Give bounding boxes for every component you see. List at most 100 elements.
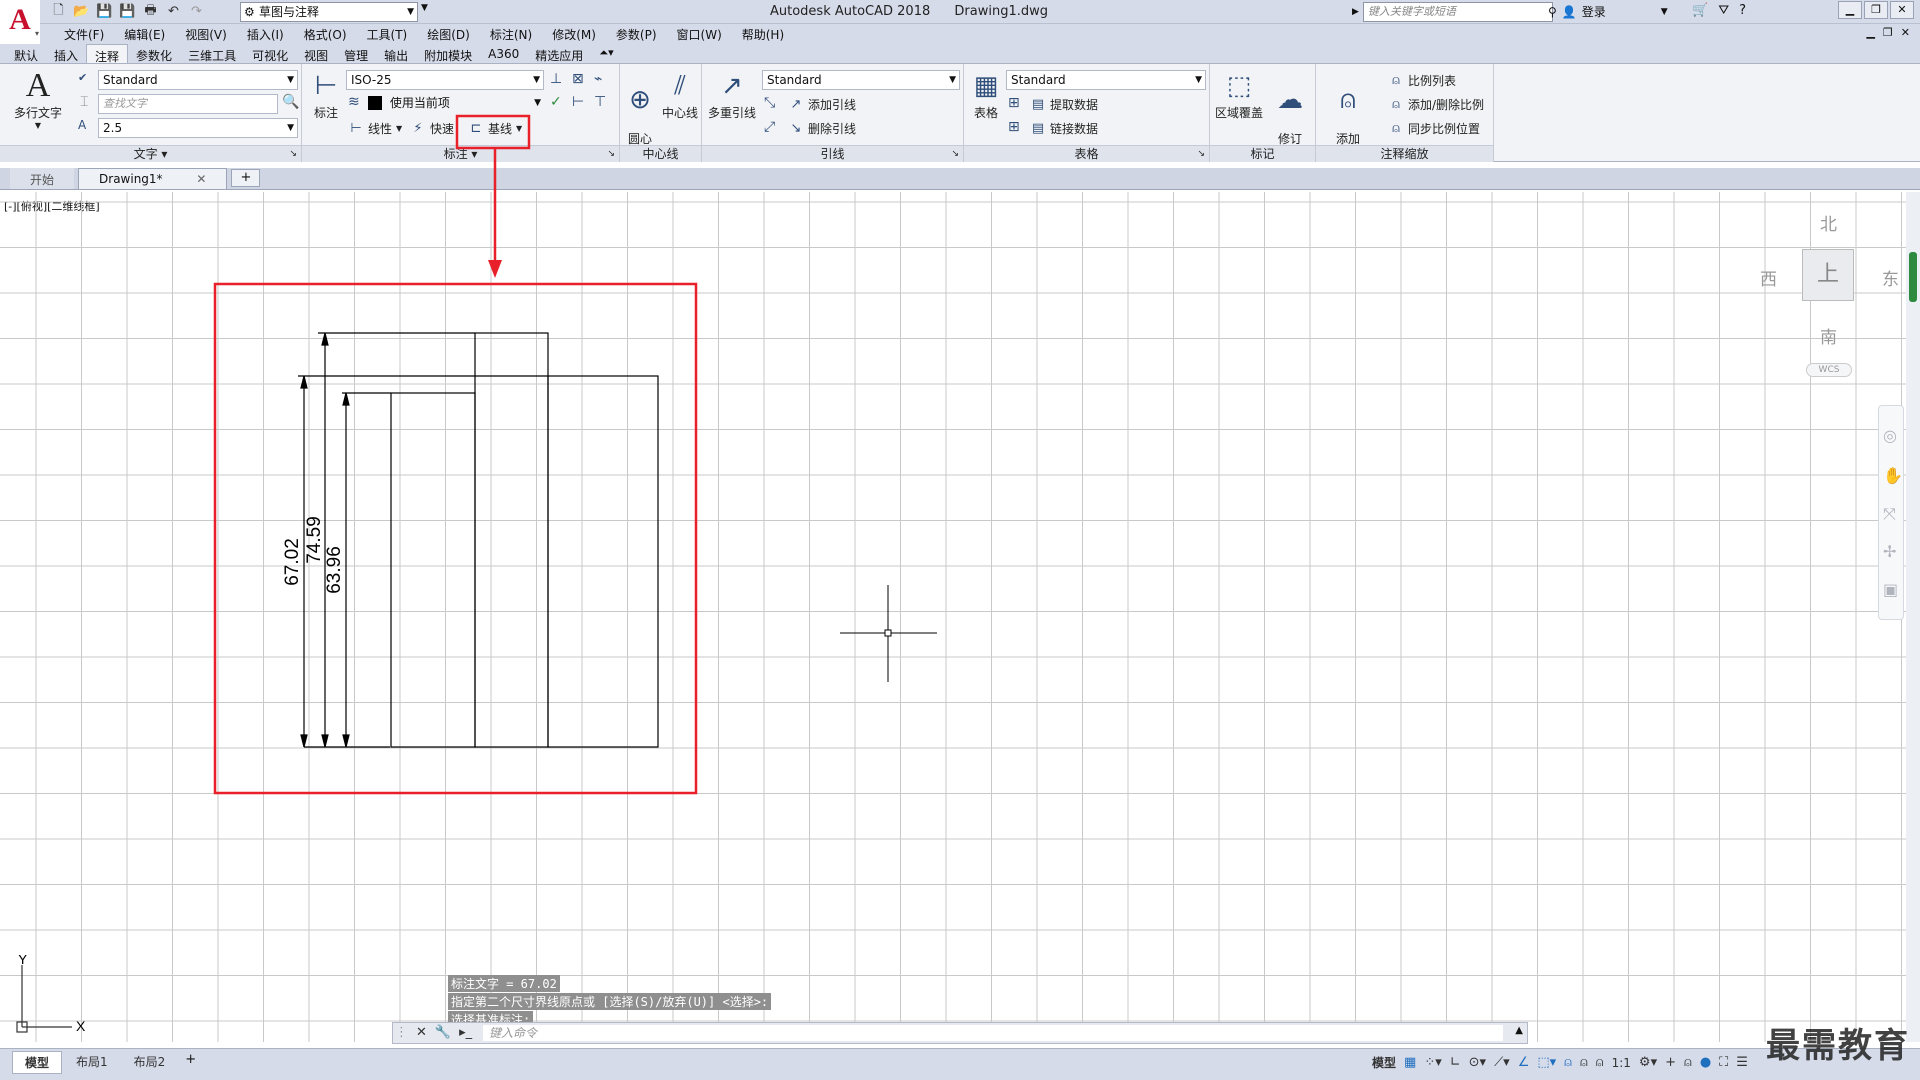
viewcube-top-face[interactable]: 上 bbox=[1802, 249, 1854, 301]
baseline-button[interactable]: ⊏ 基线 ▼ bbox=[468, 120, 523, 137]
text-panel-title[interactable]: 文字 ▾ ↘ bbox=[0, 145, 301, 162]
maximize-icon[interactable]: ❐ bbox=[1864, 1, 1888, 19]
find-text-input[interactable]: 查找文字 bbox=[98, 94, 278, 114]
tab-view[interactable]: 视图 bbox=[296, 44, 336, 63]
linear-button[interactable]: ⊢ 线性 ▼ bbox=[348, 120, 402, 137]
pan-hand-icon[interactable]: ✋ bbox=[1883, 466, 1903, 485]
signin-button[interactable]: ⚲ 👤 登录 ▼ bbox=[1548, 3, 1668, 20]
align-leader-icon[interactable]: ⤡ bbox=[764, 95, 775, 111]
cart-icon[interactable]: 🛒 bbox=[1692, 3, 1708, 18]
layout-tab-layout2[interactable]: 布局2 bbox=[122, 1051, 178, 1074]
scrollbar-thumb[interactable] bbox=[1909, 252, 1917, 302]
tab-visualize[interactable]: 可视化 bbox=[244, 44, 296, 63]
tab-3d-tools[interactable]: 三维工具 bbox=[180, 44, 244, 63]
dim-style-select[interactable]: ISO-25 ▼ bbox=[346, 70, 544, 90]
close-icon[interactable]: ✕ bbox=[1890, 1, 1914, 19]
dimension-button[interactable]: ⊢ 标注 bbox=[306, 70, 346, 121]
menu-modify[interactable]: 修改(M) bbox=[542, 24, 606, 44]
doc-tab-start[interactable]: 开始 bbox=[10, 168, 75, 189]
units-icon[interactable]: ⍝ bbox=[1684, 1055, 1692, 1070]
wrench-icon[interactable]: 🔧 bbox=[435, 1025, 451, 1040]
snap-icon[interactable]: ⁘▾ bbox=[1424, 1055, 1441, 1070]
open-file-icon[interactable]: 📂 bbox=[73, 3, 90, 20]
table-panel-title[interactable]: 表格 ↘ bbox=[964, 145, 1209, 162]
wcs-menu[interactable]: WCS bbox=[1806, 363, 1852, 377]
grid-icon[interactable]: ▦ bbox=[1404, 1055, 1416, 1070]
tab-a360[interactable]: A360 bbox=[480, 44, 527, 63]
annotation-scale-value[interactable]: 1:1 bbox=[1612, 1056, 1631, 1070]
ribbon-minimize-icon[interactable]: ⏶▾ bbox=[591, 44, 621, 63]
new-tab-button[interactable]: + bbox=[231, 169, 261, 187]
tab-output[interactable]: 输出 bbox=[376, 44, 416, 63]
leader-panel-title[interactable]: 引线 ↘ bbox=[702, 145, 963, 162]
tab-addins[interactable]: 附加模块 bbox=[416, 44, 480, 63]
add-leader-button[interactable]: ↗ 添加引线 bbox=[788, 96, 856, 113]
doc-restore-icon[interactable]: ❐ bbox=[1883, 26, 1893, 39]
save-as-icon[interactable]: 💾 bbox=[119, 3, 136, 20]
viewcube-west[interactable]: 西 bbox=[1760, 265, 1777, 290]
table-button[interactable]: ▦ 表格 bbox=[968, 70, 1004, 121]
scale-list-button[interactable]: ⍝ 比例列表 bbox=[1388, 72, 1456, 89]
undo-icon[interactable]: ↶ bbox=[165, 3, 182, 20]
menu-draw[interactable]: 绘图(D) bbox=[417, 24, 480, 44]
ortho-icon[interactable]: ∟ bbox=[1450, 1055, 1461, 1070]
extract-data-button[interactable]: ▤ 提取数据 bbox=[1030, 96, 1098, 113]
new-file-icon[interactable]: 🗋 bbox=[50, 3, 67, 20]
sync-scale-positions-button[interactable]: ⍝ 同步比例位置 bbox=[1388, 120, 1480, 137]
jogged-linear-icon[interactable]: ⌁ bbox=[594, 71, 602, 87]
plus-icon[interactable]: + bbox=[1665, 1055, 1676, 1070]
add-layout-button[interactable]: + bbox=[179, 1051, 202, 1074]
menu-edit[interactable]: 编辑(E) bbox=[114, 24, 175, 44]
collect-leader-icon[interactable]: ⤢ bbox=[764, 119, 775, 135]
dim-space-icon[interactable]: ⊠ bbox=[572, 71, 584, 87]
menu-file[interactable]: 文件(F) bbox=[54, 24, 114, 44]
command-history-toggle-icon[interactable]: ▲ bbox=[1515, 1025, 1523, 1036]
reassociate-icon[interactable]: ⊤ bbox=[594, 94, 606, 110]
save-icon[interactable]: 💾 bbox=[96, 3, 113, 20]
doc-tab-drawing1[interactable]: Drawing1* ✕ bbox=[78, 168, 228, 189]
command-input[interactable]: 键入命令 bbox=[483, 1025, 1503, 1041]
wipeout-button[interactable]: ⬚ 区域覆盖 bbox=[1212, 70, 1266, 121]
a360-icon[interactable]: ⛛ bbox=[1718, 3, 1729, 18]
menu-insert[interactable]: 插入(I) bbox=[237, 24, 294, 44]
tab-manage[interactable]: 管理 bbox=[336, 44, 376, 63]
dim-layer-select[interactable]: 使用当前项 ▼ bbox=[364, 94, 544, 114]
menu-help[interactable]: 帮助(H) bbox=[732, 24, 794, 44]
search-input[interactable]: 键入关键字或短语 bbox=[1362, 2, 1553, 22]
viewcube[interactable]: 北 南 东 西 上 WCS bbox=[1760, 205, 1900, 380]
dim-break-icon[interactable]: ⊥ bbox=[550, 71, 562, 87]
add-delete-scales-button[interactable]: ⍝ 添加/删除比例 bbox=[1388, 96, 1484, 113]
menu-dimension[interactable]: 标注(N) bbox=[480, 24, 542, 44]
viewport-controls[interactable]: [-][俯视][二维线框] bbox=[4, 198, 100, 214]
tab-annotate[interactable]: 注释 bbox=[86, 44, 129, 64]
viewcube-south[interactable]: 南 bbox=[1820, 323, 1837, 348]
close-icon[interactable]: ✕ bbox=[416, 1025, 427, 1040]
text-style-select[interactable]: Standard ▼ bbox=[98, 70, 298, 90]
menu-format[interactable]: 格式(O) bbox=[294, 24, 357, 44]
spell-check-icon[interactable]: ✔ bbox=[78, 71, 87, 84]
grip-handle-icon[interactable]: ⋮ bbox=[395, 1025, 408, 1040]
table-link-icon[interactable]: ⊞ bbox=[1008, 95, 1020, 111]
fullscreen-icon[interactable]: ⛶ bbox=[1719, 1055, 1728, 1070]
application-menu-button[interactable]: A ▾ bbox=[0, 0, 40, 40]
vertical-scrollbar[interactable] bbox=[1906, 192, 1920, 1042]
quick-dim-button[interactable]: ⚡ 快速 bbox=[410, 120, 454, 137]
orbit-icon[interactable]: ✢ bbox=[1883, 542, 1896, 561]
polar-icon[interactable]: ⊙▾ bbox=[1469, 1055, 1486, 1070]
showmotion-icon[interactable]: ▣ bbox=[1883, 580, 1898, 599]
download-icon[interactable]: ⊞ bbox=[1008, 119, 1020, 135]
annotation-visibility-icon[interactable]: ⍝ bbox=[1564, 1055, 1572, 1070]
menu-parametric[interactable]: 参数(P) bbox=[606, 24, 667, 44]
isolate-objects-icon[interactable]: ● bbox=[1700, 1055, 1711, 1070]
inspect-icon[interactable]: ✓ bbox=[550, 94, 562, 110]
print-icon[interactable]: 🖶 bbox=[142, 3, 159, 20]
auto-scale-icon[interactable]: ⍝ bbox=[1580, 1055, 1588, 1070]
menu-tools[interactable]: 工具(T) bbox=[357, 24, 418, 44]
annotation-scale-icon[interactable]: ⍝ bbox=[1596, 1055, 1604, 1070]
steering-wheel-icon[interactable]: ◎ bbox=[1883, 426, 1897, 445]
layout-tab-model[interactable]: 模型 bbox=[12, 1051, 63, 1074]
text-height-select[interactable]: 2.5 ▼ bbox=[98, 118, 298, 138]
dialog-launcher-icon[interactable]: ↘ bbox=[289, 146, 297, 162]
qat-customize-icon[interactable]: ▼ bbox=[421, 3, 428, 13]
object-snap-icon[interactable]: ⬚▾ bbox=[1537, 1055, 1556, 1070]
